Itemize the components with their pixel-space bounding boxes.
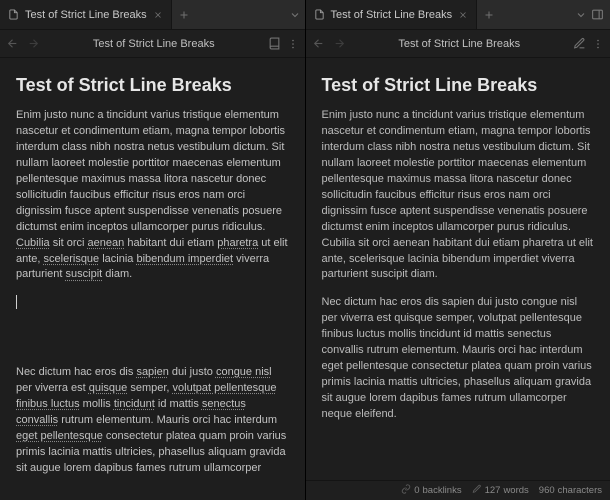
char-count-status[interactable]: 960 characters — [539, 485, 602, 496]
new-tab-button[interactable] — [178, 9, 190, 21]
left-editor[interactable]: Test of Strict Line Breaks Enim justo nu… — [0, 58, 305, 500]
right-preview[interactable]: Test of Strict Line Breaks Enim justo nu… — [306, 58, 610, 480]
backlinks-status[interactable]: 0 backlinks — [401, 484, 461, 497]
edit-view-icon[interactable] — [573, 37, 586, 50]
left-doc-title: Test of Strict Line Breaks — [48, 38, 260, 50]
left-tab-title: Test of Strict Line Breaks — [25, 9, 147, 21]
editor-paragraph-2: Nec dictum hac eros dis sapien dui justo… — [16, 365, 289, 477]
more-icon[interactable] — [287, 38, 299, 50]
left-heading: Test of Strict Line Breaks — [16, 72, 289, 98]
close-icon[interactable] — [458, 10, 468, 20]
back-icon[interactable] — [6, 37, 19, 50]
file-icon — [8, 9, 19, 20]
right-titlebar: Test of Strict Line Breaks — [306, 0, 610, 30]
forward-icon[interactable] — [333, 37, 346, 50]
preview-paragraph-2: Nec dictum hac eros dis sapien dui justo… — [322, 295, 595, 423]
preview-paragraph-1: Enim justo nunc a tincidunt varius trist… — [322, 108, 595, 283]
right-tab[interactable]: Test of Strict Line Breaks — [306, 0, 478, 29]
right-toolbar: Test of Strict Line Breaks — [306, 30, 610, 58]
pencil-icon — [472, 484, 482, 497]
text-cursor — [16, 295, 289, 309]
close-icon[interactable] — [153, 10, 163, 20]
left-titlebar: Test of Strict Line Breaks — [0, 0, 305, 30]
file-icon — [314, 9, 325, 20]
chevron-down-icon[interactable] — [289, 9, 301, 21]
back-icon[interactable] — [312, 37, 325, 50]
chevron-down-icon[interactable] — [575, 9, 587, 21]
editor-paragraph-1: Enim justo nunc a tincidunt varius trist… — [16, 108, 289, 283]
link-icon — [401, 484, 411, 497]
left-toolbar: Test of Strict Line Breaks — [0, 30, 305, 58]
more-icon[interactable] — [592, 38, 604, 50]
right-pane: Test of Strict Line Breaks Test of Stric… — [306, 0, 610, 500]
sidebar-toggle-icon[interactable] — [591, 8, 604, 21]
left-tab[interactable]: Test of Strict Line Breaks — [0, 0, 172, 29]
word-count-status[interactable]: 127 words — [472, 484, 529, 497]
new-tab-button[interactable] — [483, 9, 495, 21]
left-pane: Test of Strict Line Breaks Test of Stric… — [0, 0, 306, 500]
forward-icon[interactable] — [27, 37, 40, 50]
reading-view-icon[interactable] — [268, 37, 281, 50]
right-tab-title: Test of Strict Line Breaks — [331, 9, 453, 21]
statusbar: 0 backlinks 127 words 960 characters — [306, 480, 610, 500]
right-doc-title: Test of Strict Line Breaks — [354, 38, 566, 50]
right-heading: Test of Strict Line Breaks — [322, 72, 595, 98]
